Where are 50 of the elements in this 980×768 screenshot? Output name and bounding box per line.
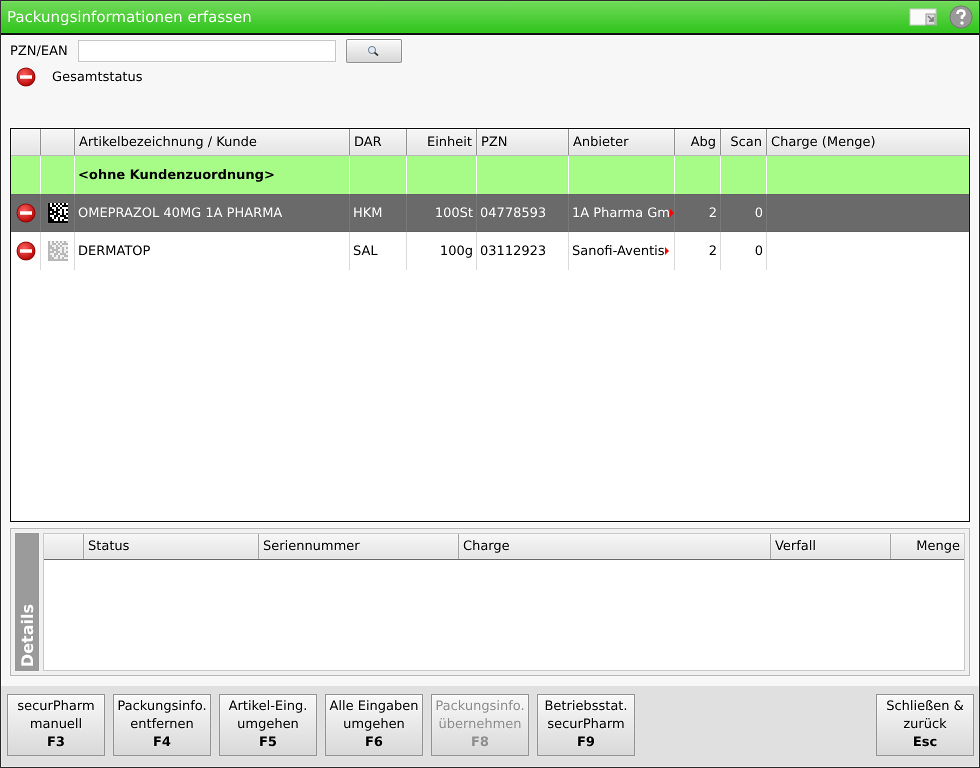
search-field[interactable] xyxy=(78,40,336,62)
column-header[interactable]: Anbieter xyxy=(569,129,675,155)
article-row[interactable]: DERMATOP SAL 100g 03112923 Sanofi-Aventis 2 0 xyxy=(11,232,969,270)
column-header[interactable]: Verfall xyxy=(771,534,891,559)
supplier: 1A Pharma Gm xyxy=(572,206,670,220)
dispensed-count: 2 xyxy=(708,244,717,258)
dosage-form: SAL xyxy=(353,244,378,258)
stop-icon xyxy=(16,203,36,223)
article-name: DERMATOP xyxy=(78,244,150,258)
function-key-button[interactable]: Schließen & zurück Esc xyxy=(876,694,974,756)
column-header[interactable]: Einheit xyxy=(407,129,477,155)
article-name: OMEPRAZOL 40MG 1A PHARMA xyxy=(78,206,282,220)
window-title: Packungsinformationen erfassen xyxy=(7,8,253,26)
scan-count: 0 xyxy=(754,244,763,258)
pzn: 04778593 xyxy=(480,206,546,220)
column-header[interactable]: PZN xyxy=(477,129,569,155)
unit: 100g xyxy=(440,244,473,258)
column-header[interactable]: Menge xyxy=(891,534,964,559)
function-key-button[interactable]: securPharm manuell F3 xyxy=(7,694,105,756)
column-header[interactable]: DAR xyxy=(350,129,407,155)
search-label: PZN/EAN xyxy=(10,44,68,58)
column-header[interactable]: Charge xyxy=(459,534,771,559)
search-icon xyxy=(366,45,381,57)
help-icon[interactable] xyxy=(949,5,973,29)
dispensed-count: 2 xyxy=(708,206,717,220)
column-header[interactable]: Seriennummer xyxy=(259,534,459,559)
status-label: Gesamtstatus xyxy=(52,70,143,84)
barcode-icon xyxy=(48,203,68,223)
column-header[interactable]: Scan xyxy=(721,129,767,155)
pzn: 03112923 xyxy=(480,244,546,258)
function-key-button[interactable]: Betriebsstat. securPharm F9 xyxy=(537,694,635,756)
stop-icon xyxy=(16,241,36,261)
scan-count: 0 xyxy=(754,206,763,220)
dosage-form: HKM xyxy=(353,206,383,220)
function-key-button[interactable]: Packungsinfo. entfernen F4 xyxy=(113,694,211,756)
stop-icon xyxy=(16,67,36,87)
search-button[interactable] xyxy=(346,39,402,63)
article-row[interactable]: OMEPRAZOL 40MG 1A PHARMA HKM 100St 04778593 1A Pharma Gm 2 0 xyxy=(11,194,969,232)
function-key-button[interactable]: Alle Eingaben umgehen F6 xyxy=(325,694,423,756)
column-header[interactable]: Artikelbezeichnung / Kunde xyxy=(75,129,350,155)
group-row[interactable]: <ohne Kundenzuordnung> xyxy=(11,156,969,194)
unit: 100St xyxy=(434,206,473,220)
barcode-icon xyxy=(48,241,68,261)
column-header[interactable]: Status xyxy=(84,534,259,559)
column-header[interactable]: Abg xyxy=(675,129,721,155)
column-header[interactable]: Charge (Menge) xyxy=(767,129,969,155)
function-key-button[interactable]: Artikel-Eing. umgehen F5 xyxy=(219,694,317,756)
supplier: Sanofi-Aventis xyxy=(572,244,665,258)
window-icon[interactable] xyxy=(909,8,937,26)
group-label: <ohne Kundenzuordnung> xyxy=(78,168,275,182)
